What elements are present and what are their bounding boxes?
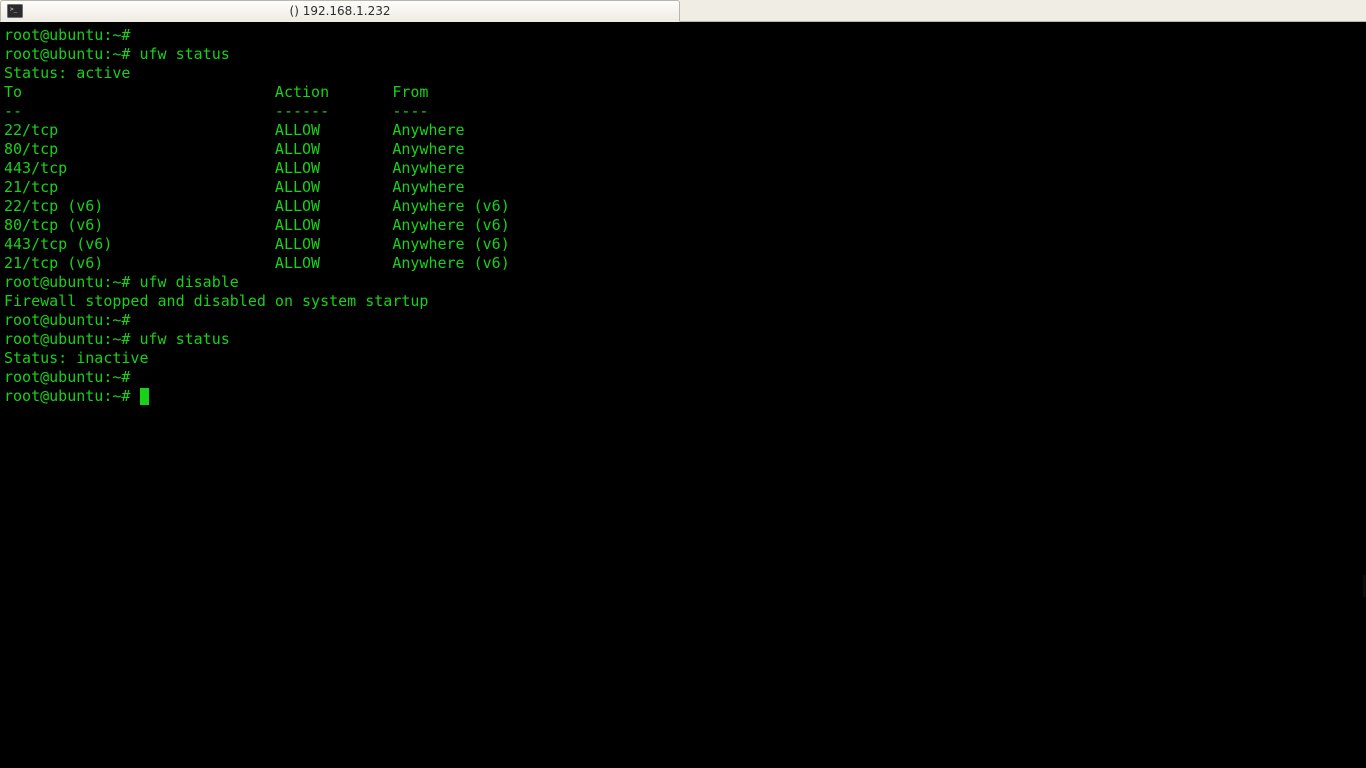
terminal-line: 80/tcp ALLOW Anywhere: [4, 140, 1362, 159]
terminal-line: root@ubuntu:~#: [4, 26, 1362, 45]
tab-terminal-1[interactable]: >_ () 192.168.1.232: [0, 0, 680, 22]
tab-bar: >_ () 192.168.1.232: [0, 0, 1366, 22]
terminal-line: To Action From: [4, 83, 1362, 102]
terminal-line: root@ubuntu:~# ufw status: [4, 45, 1362, 64]
terminal-line: root@ubuntu:~#: [4, 368, 1362, 387]
terminal-line: Firewall stopped and disabled on system …: [4, 292, 1362, 311]
terminal-line: 443/tcp ALLOW Anywhere: [4, 159, 1362, 178]
terminal-line: root@ubuntu:~# ufw disable: [4, 273, 1362, 292]
terminal-line: 22/tcp (v6) ALLOW Anywhere (v6): [4, 197, 1362, 216]
terminal-line: root@ubuntu:~#: [4, 387, 1362, 406]
terminal-line: 21/tcp ALLOW Anywhere: [4, 178, 1362, 197]
terminal-line: 22/tcp ALLOW Anywhere: [4, 121, 1362, 140]
terminal-line: -- ------ ----: [4, 102, 1362, 121]
terminal-line: 443/tcp (v6) ALLOW Anywhere (v6): [4, 235, 1362, 254]
terminal-line: root@ubuntu:~# ufw status: [4, 330, 1362, 349]
terminal-line: 80/tcp (v6) ALLOW Anywhere (v6): [4, 216, 1362, 235]
terminal-icon: >_: [7, 3, 23, 19]
svg-text:>_: >_: [10, 6, 18, 13]
tab-title: () 192.168.1.232: [290, 4, 391, 18]
terminal-viewport[interactable]: root@ubuntu:~#root@ubuntu:~# ufw statusS…: [0, 22, 1366, 768]
terminal-line: root@ubuntu:~#: [4, 311, 1362, 330]
terminal-line: Status: inactive: [4, 349, 1362, 368]
terminal-line: Status: active: [4, 64, 1362, 83]
cursor: [140, 388, 149, 405]
terminal-line: 21/tcp (v6) ALLOW Anywhere (v6): [4, 254, 1362, 273]
